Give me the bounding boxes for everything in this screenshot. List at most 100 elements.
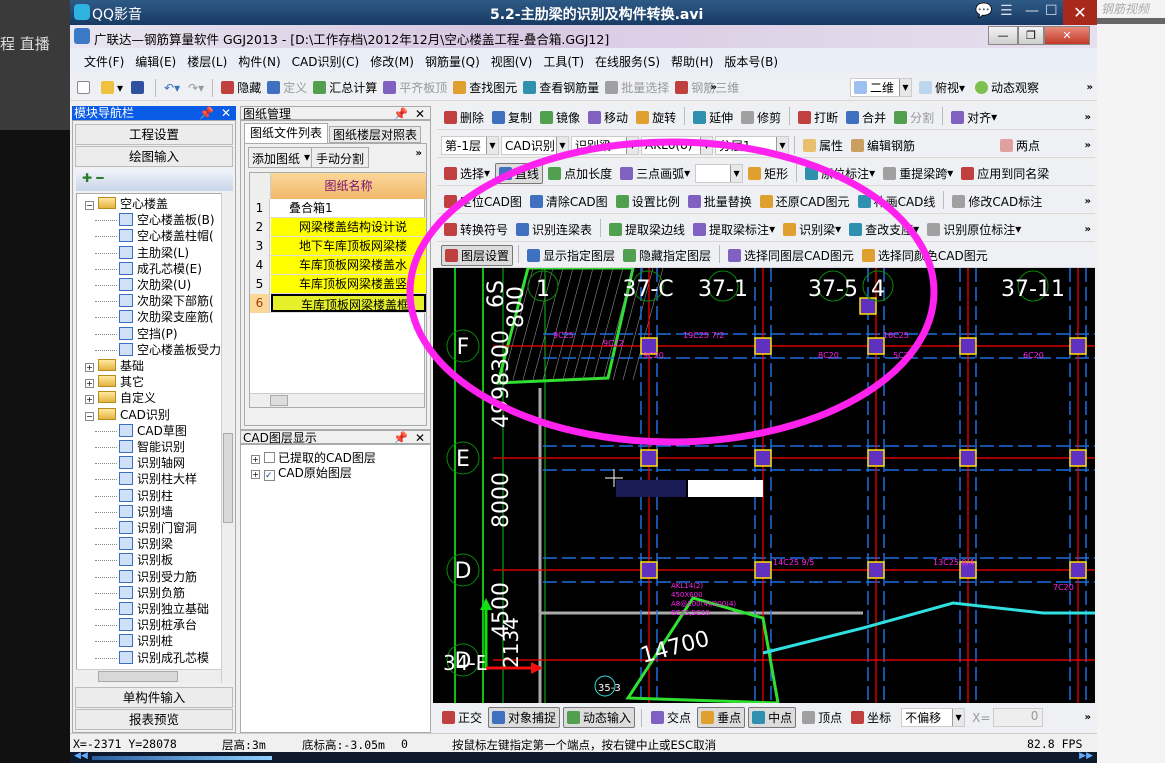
minimize-button[interactable]: — (988, 26, 1018, 45)
tool-button[interactable]: 选择同图层CAD图元 (725, 245, 857, 266)
tool-button[interactable]: 矩形 (745, 163, 791, 184)
tool-button[interactable]: 动态输入 (563, 707, 636, 728)
tree-item[interactable]: 识别成孔芯模 (95, 650, 209, 666)
tool-button[interactable]: 应用到同名梁 (958, 163, 1052, 184)
drawing-name-cell[interactable]: 车库顶板网梁楼盖水 (271, 256, 426, 274)
chat-icon[interactable]: 💬 (975, 3, 992, 19)
tool-button[interactable]: 设置比例 (613, 191, 683, 212)
close-icon[interactable]: ✕ (415, 431, 425, 445)
tool-button[interactable]: 原位标注 ▾ (802, 163, 878, 184)
tree-item[interactable]: 识别墙 (95, 504, 173, 520)
expand-toggle-icon[interactable]: − (85, 411, 94, 421)
tool-button[interactable]: 查找图元 (450, 77, 520, 98)
layer-select[interactable]: 分层1 ▼ (715, 135, 789, 155)
pin-icon[interactable]: 📌 (393, 107, 408, 121)
tree-item[interactable]: 识别负筋 (95, 585, 185, 601)
menu-item[interactable]: 视图(V) (491, 55, 533, 69)
expand-toggle-icon[interactable]: + (251, 455, 260, 464)
table-row[interactable]: 3 地下车库顶板网梁楼 (250, 237, 426, 256)
tool-button[interactable]: 识别原位标注 ▾ (924, 219, 1024, 240)
close-icon[interactable]: ✕ (221, 106, 231, 120)
tool-button[interactable]: 旋转 (633, 107, 679, 128)
menu-item[interactable]: 工具(T) (543, 55, 584, 69)
layer-item[interactable]: + 已提取的CAD图层 (251, 450, 376, 466)
tool-button[interactable]: 批量替换 (685, 191, 755, 212)
drawing-input-button[interactable]: 绘图输入 (75, 146, 233, 167)
menu-item[interactable]: 楼层(L) (187, 55, 227, 69)
drawing-name-cell[interactable]: 车库顶板网梁楼盖竖 (271, 275, 426, 293)
drawing-name-cell[interactable]: 车库顶板网梁楼盖框 (271, 294, 426, 312)
tool-button[interactable]: 修剪 (738, 107, 784, 128)
tree-item[interactable]: 空心楼盖板(B) (95, 212, 215, 228)
tree-item[interactable]: 识别门窗洞 (95, 520, 197, 536)
single-component-input-button[interactable]: 单构件输入 (75, 687, 233, 708)
dynamic-view-button[interactable]: 动态观察 (972, 77, 1042, 98)
tool-button[interactable]: 汇总计算 (310, 77, 380, 98)
drawing-name-cell[interactable]: 地下车库顶板网梁楼 (271, 237, 426, 255)
report-preview-button[interactable]: 报表预览 (75, 709, 233, 730)
tool-button[interactable]: 直线 (495, 162, 544, 184)
tool-button[interactable]: 分割 (891, 107, 937, 128)
tree-item[interactable]: 次肋梁(U) (95, 277, 191, 293)
view-mode-select[interactable]: 二维 ▼ (850, 78, 912, 97)
tree-item[interactable]: 识别板 (95, 552, 173, 568)
pin-icon[interactable]: 📌 (393, 431, 408, 445)
offset-select[interactable]: 不偏移 ▼ (901, 708, 966, 727)
undo-button[interactable]: ↶▾ (161, 77, 183, 98)
menu-item[interactable]: 钢筋量(Q) (425, 55, 480, 69)
collapse-all-icon[interactable]: ━ (96, 171, 103, 185)
tool-button[interactable]: 垂点 (697, 707, 746, 728)
menu-item[interactable]: 构件(N) (238, 55, 280, 69)
project-settings-button[interactable]: 工程设置 (75, 124, 233, 145)
tool-button[interactable]: 修改CAD标注 (949, 191, 1045, 212)
tool-button[interactable]: 定义 (264, 77, 310, 98)
tree-vertical-scrollbar[interactable] (221, 193, 233, 683)
tree-item[interactable]: 主肋梁(L) (95, 245, 189, 261)
add-drawing-button[interactable]: 添加图纸 (249, 148, 303, 167)
tree-folder[interactable]: + 其它 (85, 374, 144, 390)
drawing-name-cell[interactable]: 叠合箱1 (271, 199, 426, 217)
new-file-button[interactable] (74, 77, 96, 98)
toolbar-overflow[interactable]: » (1085, 196, 1091, 207)
expand-toggle-icon[interactable]: + (85, 363, 94, 372)
tree-folder[interactable]: − CAD识别 (85, 407, 170, 423)
tool-button[interactable]: 交点 (648, 707, 694, 728)
toolbar-overflow[interactable]: » (416, 148, 422, 159)
tree-folder[interactable]: + 基础 (85, 358, 144, 374)
tree-horizontal-scrollbar[interactable] (76, 669, 221, 683)
tool-button[interactable]: 中点 (748, 707, 797, 728)
list-horizontal-scrollbar[interactable] (250, 393, 424, 407)
tree-item[interactable]: 识别柱大样 (95, 471, 197, 487)
tool-button[interactable]: 识别梁 ▾ (780, 219, 844, 240)
tree-item[interactable]: 识别桩 (95, 633, 173, 649)
tool-button[interactable]: 图层设置 (441, 245, 514, 266)
menu-item[interactable]: 文件(F) (84, 55, 124, 69)
tree-item[interactable]: 智能识别 (95, 439, 185, 455)
close-button[interactable]: ✕ (1044, 26, 1090, 45)
tool-button[interactable]: 移动 (585, 107, 631, 128)
player-close-button[interactable]: ✕ (1063, 0, 1097, 25)
tree-folder[interactable]: + 自定义 (85, 390, 156, 406)
cad-drawing-canvas[interactable]: F E D D 1 37-C 37-1 37-5 4 37-11 8000 4500 4998300 6S… (433, 268, 1095, 703)
sub-type-select[interactable]: 识别梁 ▼ (571, 135, 639, 155)
tool-button[interactable]: 打断 (795, 107, 841, 128)
properties-button[interactable]: 属性 (800, 135, 846, 156)
edit-rebar-button[interactable]: 编辑钢筋 (848, 135, 918, 156)
menu-item[interactable]: 版本号(B) (724, 55, 778, 69)
tool-button[interactable]: 提取梁标注 ▾ (690, 219, 778, 240)
toolbar-overflow[interactable]: » (1085, 112, 1091, 123)
manual-split-button[interactable]: 手动分割 (312, 148, 368, 167)
tree-item[interactable]: 识别柱 (95, 488, 173, 504)
tree-folder[interactable]: − 空心楼盖 (85, 196, 168, 212)
table-row[interactable]: 1 叠合箱1 (250, 199, 426, 218)
menu-item[interactable]: CAD识别(C) (292, 55, 360, 69)
tool-button[interactable]: 对象捕捉 (488, 707, 561, 728)
tool-button[interactable]: 显示指定图层 (524, 245, 618, 266)
tool-button[interactable]: 三点画弧 ▾ (617, 163, 693, 184)
tree-item[interactable]: 空挡(P) (95, 326, 178, 342)
expand-toggle-icon[interactable]: + (85, 379, 94, 389)
tree-item[interactable]: 识别独立基础 (95, 601, 209, 617)
tool-button[interactable]: 钢筋三维 (672, 77, 742, 98)
cad-drawing[interactable]: FEDD1 37-C 37-1 37-5 4 37-118000450049983006S… (433, 268, 1095, 703)
category-select[interactable]: CAD识别 ▼ (501, 135, 569, 155)
